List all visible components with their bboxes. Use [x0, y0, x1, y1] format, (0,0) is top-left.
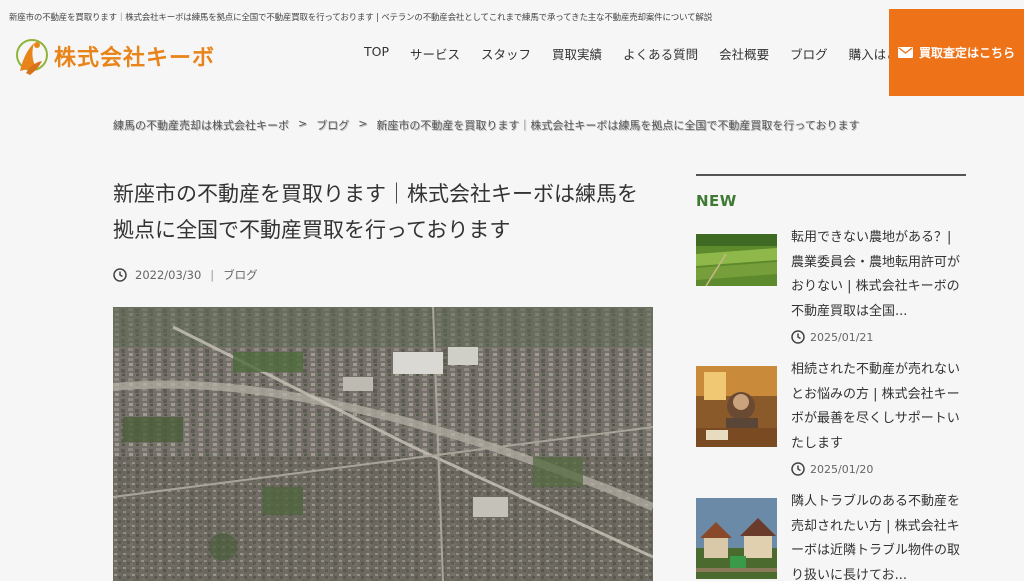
logo-text: 株式会社キーボ: [54, 46, 216, 71]
breadcrumb-home[interactable]: 練馬の不動産売却は株式会社キーボ: [113, 117, 289, 133]
mail-icon: [897, 47, 913, 58]
logo-mark-icon: [16, 39, 48, 75]
site-logo[interactable]: 株式会社キーボ: [12, 33, 215, 79]
post-thumbnail[interactable]: [696, 366, 777, 447]
post-date: 2025/01/21: [791, 330, 966, 344]
meta-divider: |: [210, 268, 215, 282]
clock-icon: [791, 330, 805, 344]
post-title[interactable]: 相続された不動産が売れないとお悩みの方 | 株式会社キーボが最善を尽くしサポート…: [791, 358, 966, 456]
post-category[interactable]: ブログ: [223, 267, 258, 283]
breadcrumb-separator: >: [298, 117, 308, 130]
sidebar-new-posts: NEW 転用できない農地がある？| 農業委員会・農地転用許可がおりない | 株式…: [696, 174, 966, 581]
post-title[interactable]: 隣人トラブルのある不動産を売却されたい方 | 株式会社キーボは近隣トラブル物件の…: [791, 490, 966, 581]
sidebar-post[interactable]: 転用できない農地がある？| 農業委員会・農地転用許可がおりない | 株式会社キー…: [696, 226, 966, 344]
appraisal-button[interactable]: 買取査定はこちら: [889, 9, 1024, 96]
post-date-text: 2025/01/21: [810, 330, 874, 344]
sidebar-post[interactable]: 相続された不動産が売れないとお悩みの方 | 株式会社キーボが最善を尽くしサポート…: [696, 358, 966, 476]
sidebar-post[interactable]: 隣人トラブルのある不動産を売却されたい方 | 株式会社キーボは近隣トラブル物件の…: [696, 490, 966, 581]
breadcrumb-separator: >: [358, 117, 368, 130]
clock-icon: [791, 462, 805, 476]
site-caption: 新座市の不動産を買取ります｜株式会社キーボは練馬を拠点に全国で不動産買取を行って…: [9, 13, 713, 23]
nav-faq[interactable]: よくある質問: [623, 44, 698, 63]
post-date: 2025/01/20: [791, 462, 966, 476]
nav-company[interactable]: 会社概要: [719, 44, 769, 63]
hero-aerial-photo: [113, 307, 653, 581]
post-title[interactable]: 転用できない農地がある？| 農業委員会・農地転用許可がおりない | 株式会社キー…: [791, 226, 966, 324]
nav-blog[interactable]: ブログ: [790, 44, 828, 63]
sidebar-heading: NEW: [696, 192, 737, 210]
main-nav: TOP サービス スタッフ 買取実績 よくある質問 会社概要 ブログ 購入はこち…: [364, 44, 924, 63]
breadcrumb-blog[interactable]: ブログ: [316, 117, 349, 133]
nav-services[interactable]: サービス: [410, 44, 460, 63]
post-date: 2022/03/30: [135, 268, 202, 282]
post-meta: 2022/03/30 | ブログ: [113, 267, 258, 283]
post-thumbnail[interactable]: [696, 234, 777, 286]
breadcrumb: 練馬の不動産売却は株式会社キーボ > ブログ > 新座市の不動産を買取ります｜株…: [113, 117, 860, 133]
clock-icon: [113, 268, 127, 282]
page-title: 新座市の不動産を買取ります｜株式会社キーボは練馬を拠点に全国で不動産買取を行って…: [113, 182, 638, 242]
post-thumbnail[interactable]: [696, 498, 777, 579]
breadcrumb-current: 新座市の不動産を買取ります｜株式会社キーボは練馬を拠点に全国で不動産買取を行って…: [376, 119, 860, 132]
nav-top[interactable]: TOP: [364, 44, 389, 63]
appraisal-label: 買取査定はこちら: [918, 46, 1015, 60]
nav-results[interactable]: 買取実績: [552, 44, 602, 63]
nav-staff[interactable]: スタッフ: [481, 44, 531, 63]
post-date-text: 2025/01/20: [810, 462, 874, 476]
